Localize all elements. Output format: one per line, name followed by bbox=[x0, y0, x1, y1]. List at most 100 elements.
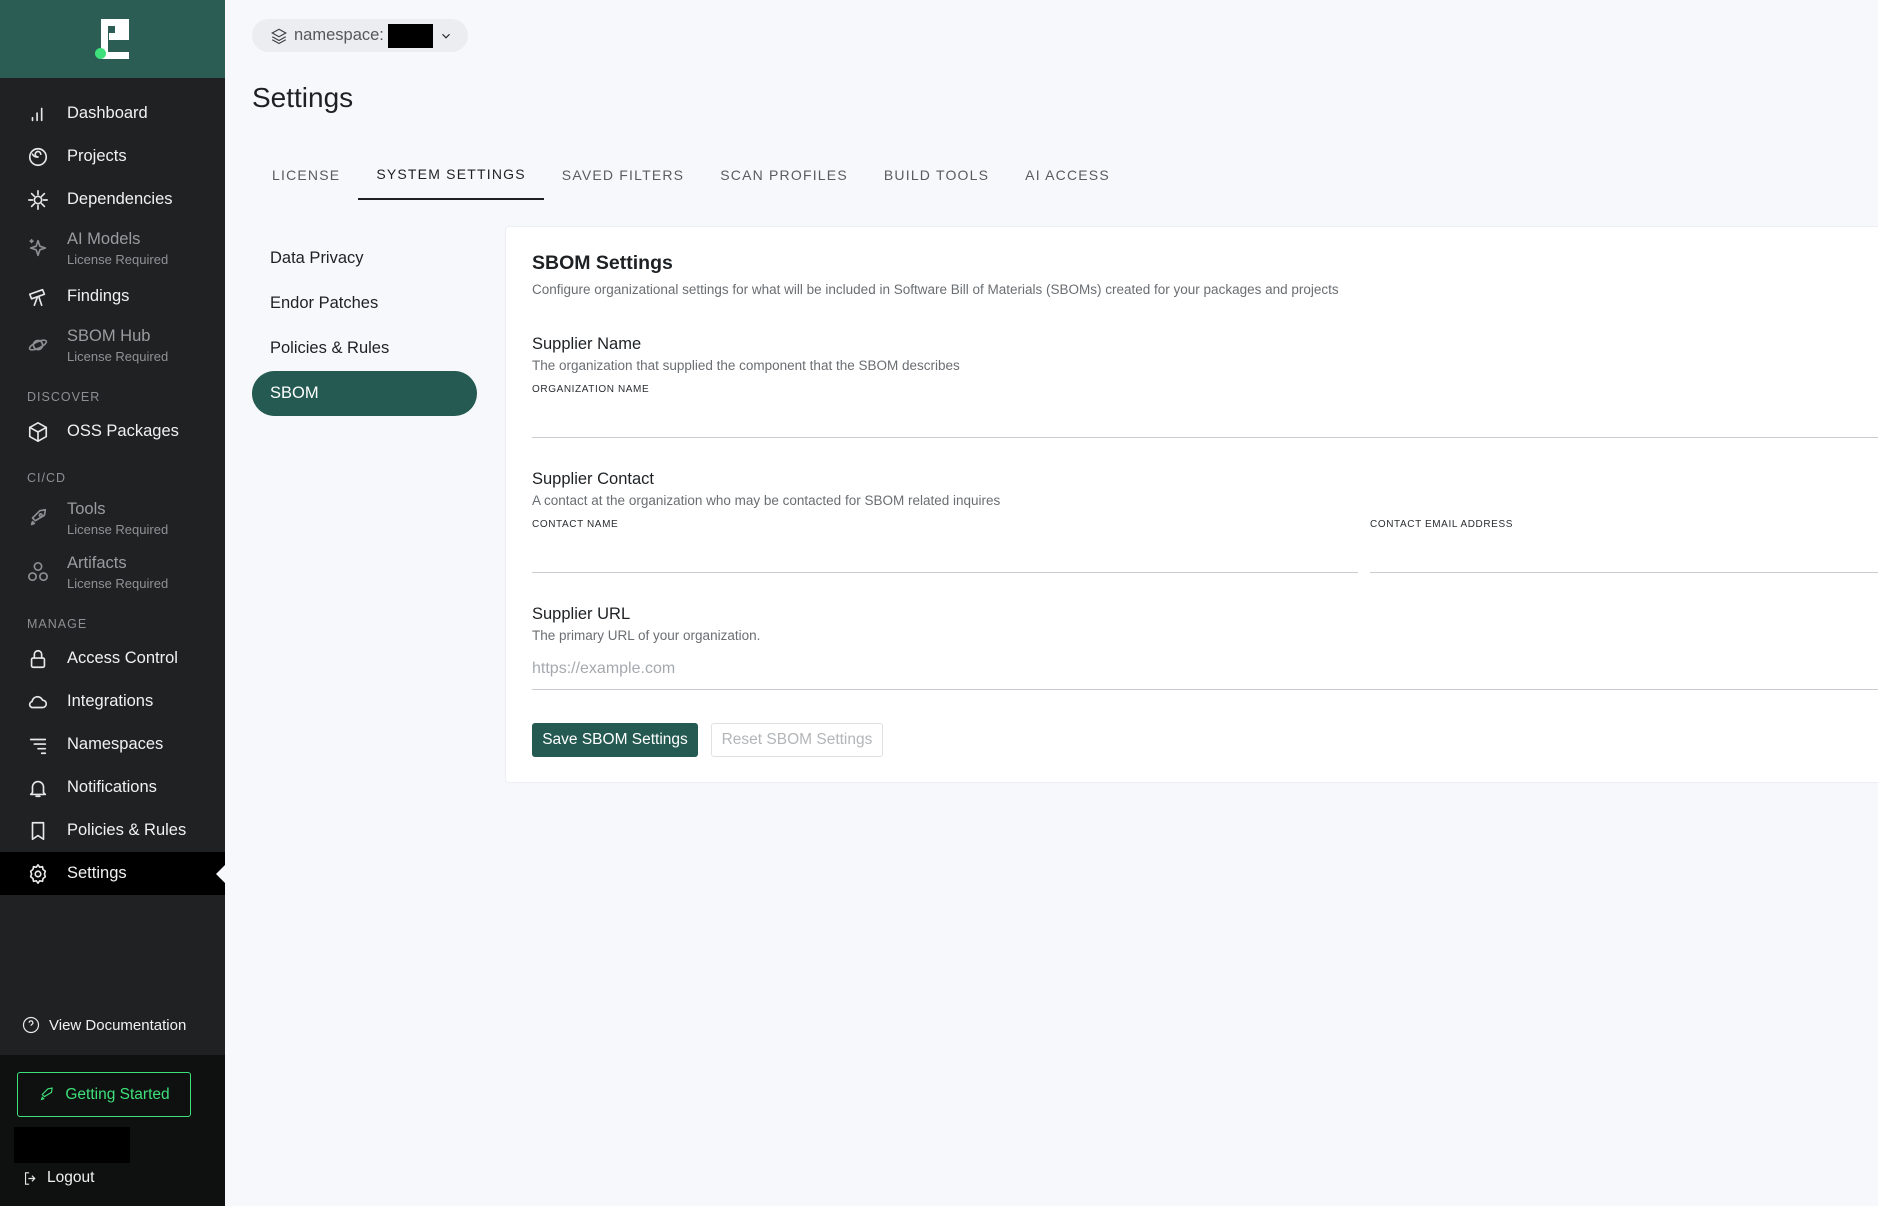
license-required-note: License Required bbox=[67, 521, 169, 537]
supplier-url-title: Supplier URL bbox=[532, 605, 631, 623]
sidebar-item-integrations[interactable]: Integrations bbox=[0, 680, 225, 723]
planet-icon bbox=[26, 333, 50, 357]
subnav-policies-rules[interactable]: Policies & Rules bbox=[252, 326, 477, 371]
logo-header bbox=[0, 0, 225, 78]
rocket-icon bbox=[41, 1087, 54, 1101]
sidebar-item-label: Notifications bbox=[67, 778, 157, 796]
system-settings-subnav: Data Privacy Endor Patches Policies & Ru… bbox=[252, 236, 477, 416]
sidebar-item-label: Integrations bbox=[67, 692, 154, 710]
sbom-settings-card: SBOM Settings Configure organizational s… bbox=[505, 226, 1878, 783]
sidebar-item-sbom-hub[interactable]: SBOM Hub License Required bbox=[0, 318, 225, 372]
supplier-name-description: The organization that supplied the compo… bbox=[532, 358, 960, 373]
settings-tabs: LICENSE SYSTEM SETTINGS SAVED FILTERS SC… bbox=[254, 150, 1128, 200]
sidebar-item-namespaces[interactable]: Namespaces bbox=[0, 723, 225, 766]
contact-email-input[interactable] bbox=[1370, 531, 1878, 573]
sidebar-item-settings[interactable]: Settings bbox=[0, 852, 225, 895]
sidebar-item-findings[interactable]: Findings bbox=[0, 275, 225, 318]
redacted-user-block bbox=[14, 1127, 130, 1163]
namespace-label: namespace: bbox=[294, 26, 384, 44]
supplier-name-title: Supplier Name bbox=[532, 335, 642, 353]
help-circle-icon bbox=[22, 1016, 40, 1034]
section-label-discover: DISCOVER bbox=[27, 390, 101, 404]
license-required-note: License Required bbox=[67, 575, 169, 591]
sidebar-item-label: Findings bbox=[67, 287, 130, 305]
sidebar-item-policies-rules[interactable]: Policies & Rules bbox=[0, 809, 225, 852]
subnav-sbom[interactable]: SBOM bbox=[252, 371, 477, 416]
tab-system-settings[interactable]: SYSTEM SETTINGS bbox=[358, 150, 544, 200]
cloud-icon bbox=[26, 690, 50, 714]
getting-started-button[interactable]: Getting Started bbox=[17, 1072, 191, 1117]
contact-name-label: CONTACT NAME bbox=[532, 519, 619, 530]
sidebar-item-label: Settings bbox=[67, 864, 127, 882]
sidebar-item-label: Tools bbox=[67, 499, 106, 518]
license-required-note: License Required bbox=[67, 251, 169, 267]
projects-swirl-icon bbox=[26, 145, 50, 169]
getting-started-label: Getting Started bbox=[65, 1085, 170, 1103]
section-label-cicd: CI/CD bbox=[27, 471, 67, 485]
sidebar-item-label: AI Models bbox=[67, 229, 141, 248]
rocket-icon bbox=[26, 506, 50, 530]
sidebar-item-ai-models[interactable]: AI Models License Required bbox=[0, 221, 225, 275]
tab-build-tools[interactable]: BUILD TOOLS bbox=[866, 150, 1007, 200]
sidebar-footer: Getting Started Logout bbox=[0, 1055, 225, 1206]
sidebar-item-label: Namespaces bbox=[67, 735, 164, 753]
sidebar-item-label: Access Control bbox=[67, 649, 178, 667]
organization-name-label: ORGANIZATION NAME bbox=[532, 384, 650, 395]
dependencies-icon bbox=[26, 188, 50, 212]
license-required-note: License Required bbox=[67, 348, 169, 364]
chevron-down-icon bbox=[441, 33, 450, 39]
artifacts-circles-icon bbox=[26, 560, 50, 584]
tab-license[interactable]: LICENSE bbox=[254, 150, 358, 200]
tab-ai-access[interactable]: AI ACCESS bbox=[1007, 150, 1128, 200]
sidebar-item-notifications[interactable]: Notifications bbox=[0, 766, 225, 809]
view-documentation-label: View Documentation bbox=[49, 1016, 187, 1034]
logout-icon bbox=[24, 1171, 36, 1185]
organization-name-input[interactable] bbox=[532, 396, 1878, 438]
subnav-data-privacy[interactable]: Data Privacy bbox=[252, 236, 477, 281]
sparkle-icon bbox=[26, 236, 50, 260]
sidebar-item-artifacts[interactable]: Artifacts License Required bbox=[0, 545, 225, 599]
sidebar-item-label: Policies & Rules bbox=[67, 821, 187, 839]
sidebar-nav: Dashboard Projects Dependencies AI Model… bbox=[0, 78, 225, 895]
sidebar-item-dependencies[interactable]: Dependencies bbox=[0, 178, 225, 221]
namespace-selector[interactable]: namespace: bbox=[252, 19, 468, 52]
bar-chart-icon bbox=[26, 102, 50, 126]
supplier-url-description: The primary URL of your organization. bbox=[532, 628, 761, 643]
contact-name-input[interactable] bbox=[532, 531, 1358, 573]
sidebar-item-tools[interactable]: Tools License Required bbox=[0, 491, 225, 545]
bookmark-icon bbox=[26, 819, 50, 843]
sidebar-item-access-control[interactable]: Access Control bbox=[0, 637, 225, 680]
endor-logo[interactable] bbox=[94, 19, 131, 59]
sidebar-item-label: Projects bbox=[67, 147, 127, 165]
supplier-contact-title: Supplier Contact bbox=[532, 470, 654, 488]
sidebar-item-label: OSS Packages bbox=[67, 422, 179, 440]
tab-saved-filters[interactable]: SAVED FILTERS bbox=[544, 150, 702, 200]
bell-icon bbox=[26, 776, 50, 800]
logout-button[interactable]: Logout bbox=[22, 1169, 94, 1187]
package-cube-icon bbox=[26, 420, 50, 444]
page-title: Settings bbox=[252, 82, 354, 113]
section-label-manage: MANAGE bbox=[27, 617, 88, 631]
reset-sbom-settings-button[interactable]: Reset SBOM Settings bbox=[711, 723, 883, 757]
sidebar-item-label: Dependencies bbox=[67, 190, 173, 208]
layers-icon bbox=[271, 28, 287, 44]
telescope-icon bbox=[26, 285, 50, 309]
sidebar-item-label: SBOM Hub bbox=[67, 326, 151, 345]
supplier-contact-description: A contact at the organization who may be… bbox=[532, 493, 1001, 508]
subnav-endor-patches[interactable]: Endor Patches bbox=[252, 281, 477, 326]
redacted-namespace-value bbox=[387, 23, 433, 48]
lock-icon bbox=[26, 647, 50, 671]
sidebar-item-label: Artifacts bbox=[67, 553, 127, 572]
sidebar-item-projects[interactable]: Projects bbox=[0, 135, 225, 178]
sidebar-item-label: Dashboard bbox=[67, 104, 148, 122]
view-documentation-link[interactable]: View Documentation bbox=[22, 1016, 186, 1034]
tab-scan-profiles[interactable]: SCAN PROFILES bbox=[702, 150, 866, 200]
sidebar-item-oss-packages[interactable]: OSS Packages bbox=[0, 410, 225, 453]
supplier-url-input[interactable] bbox=[532, 648, 1878, 690]
gear-icon bbox=[26, 862, 50, 886]
namespaces-lines-icon bbox=[26, 733, 50, 757]
sidebar: Dashboard Projects Dependencies AI Model… bbox=[0, 0, 225, 1206]
sidebar-item-dashboard[interactable]: Dashboard bbox=[0, 92, 225, 135]
sbom-settings-description: Configure organizational settings for wh… bbox=[532, 282, 1339, 297]
save-sbom-settings-button[interactable]: Save SBOM Settings bbox=[532, 723, 698, 757]
